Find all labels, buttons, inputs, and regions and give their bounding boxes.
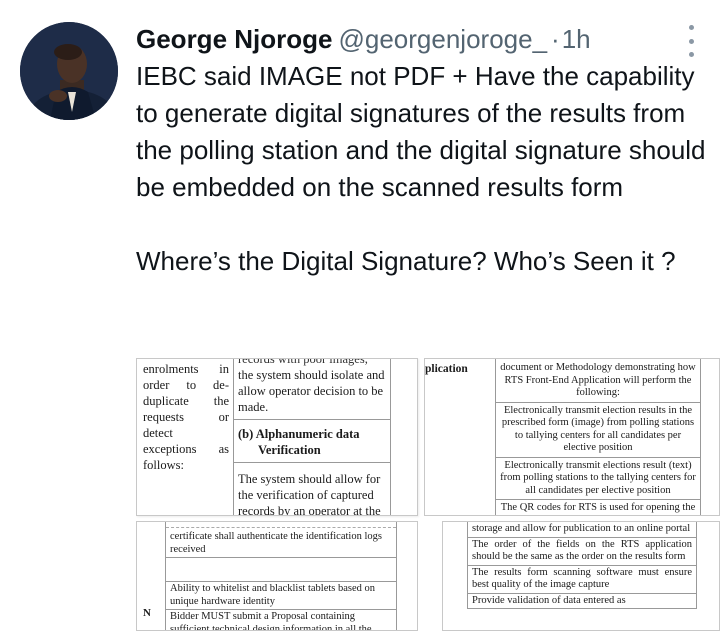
more-dot (688, 25, 694, 30)
timestamp[interactable]: 1h (562, 24, 591, 54)
doc-table-row: certificate shall authenticate the ident… (166, 530, 396, 558)
avatar[interactable] (20, 22, 118, 120)
doc-table-row: document or Methodology demonstrating ho… (496, 359, 700, 403)
doc-divider (234, 419, 390, 420)
author-name[interactable]: George Njoroge (136, 24, 332, 54)
doc-table: storage and allow for publication to an … (467, 522, 697, 609)
avatar-photo (20, 22, 118, 120)
media-image-top-left[interactable]: enrolments in order to de-duplicate the … (136, 358, 418, 516)
tweet-media-grid[interactable]: enrolments in order to de-duplicate the … (136, 358, 720, 631)
media-image-bottom-right[interactable]: storage and allow for publication to an … (442, 521, 720, 631)
doc-table-row: The QR codes for RTS is used for opening… (496, 500, 700, 515)
tweet-text: IEBC said IMAGE not PDF + Have the capab… (136, 58, 706, 280)
doc-text: the system should isolate and allow oper… (238, 368, 385, 414)
doc-cut-text: records with poor images, (238, 358, 368, 366)
tweet-paragraph-1: IEBC said IMAGE not PDF + Have the capab… (136, 61, 706, 202)
doc-table-row: storage and allow for publication to an … (468, 522, 696, 538)
more-dot (688, 52, 694, 57)
doc-text: The system should allow for the verifica… (238, 472, 381, 516)
doc-table-row: Electronically transmit elections result… (496, 458, 700, 500)
doc-cut-line (166, 522, 396, 528)
doc-table-row: Electronically transmit election results… (496, 403, 700, 458)
separator-dot: · (551, 24, 560, 54)
doc-label: N (143, 607, 151, 619)
media-image-bottom-left[interactable]: N certificate shall authenticate the ide… (136, 521, 418, 631)
doc-subheading: Verification (258, 443, 321, 457)
media-image-top-right[interactable]: plication document or Methodology demons… (424, 358, 720, 516)
doc-column-text: enrolments in order to de-duplicate the … (143, 362, 229, 472)
doc-table: certificate shall authenticate the ident… (165, 522, 397, 630)
tweet-header: George Njoroge @georgenjoroge_ ·1h (136, 22, 591, 56)
doc-table-row: Bidder MUST submit a Proposal containing… (166, 610, 396, 630)
more-vertical-icon[interactable] (682, 22, 700, 60)
doc-table-row: Ability to whitelist and blacklist table… (166, 582, 396, 610)
doc-table-row: Provide validation of data entered as (468, 594, 696, 609)
doc-table-row (166, 558, 396, 582)
more-dot (688, 38, 694, 44)
doc-divider (234, 462, 390, 463)
doc-table-cell: records with poor images, the system sho… (233, 358, 391, 516)
doc-table-row: The order of the fields on the RTS appli… (468, 538, 696, 566)
doc-table: document or Methodology demonstrating ho… (495, 359, 701, 515)
doc-heading: (b) Alphanumeric data (238, 427, 360, 441)
tweet-paragraph-2: Where’s the Digital Signature? Who’s See… (136, 246, 676, 276)
author-handle[interactable]: @georgenjoroge_ (338, 24, 547, 54)
doc-table-row: The results form scanning software must … (468, 566, 696, 594)
doc-label: plication (425, 363, 468, 375)
